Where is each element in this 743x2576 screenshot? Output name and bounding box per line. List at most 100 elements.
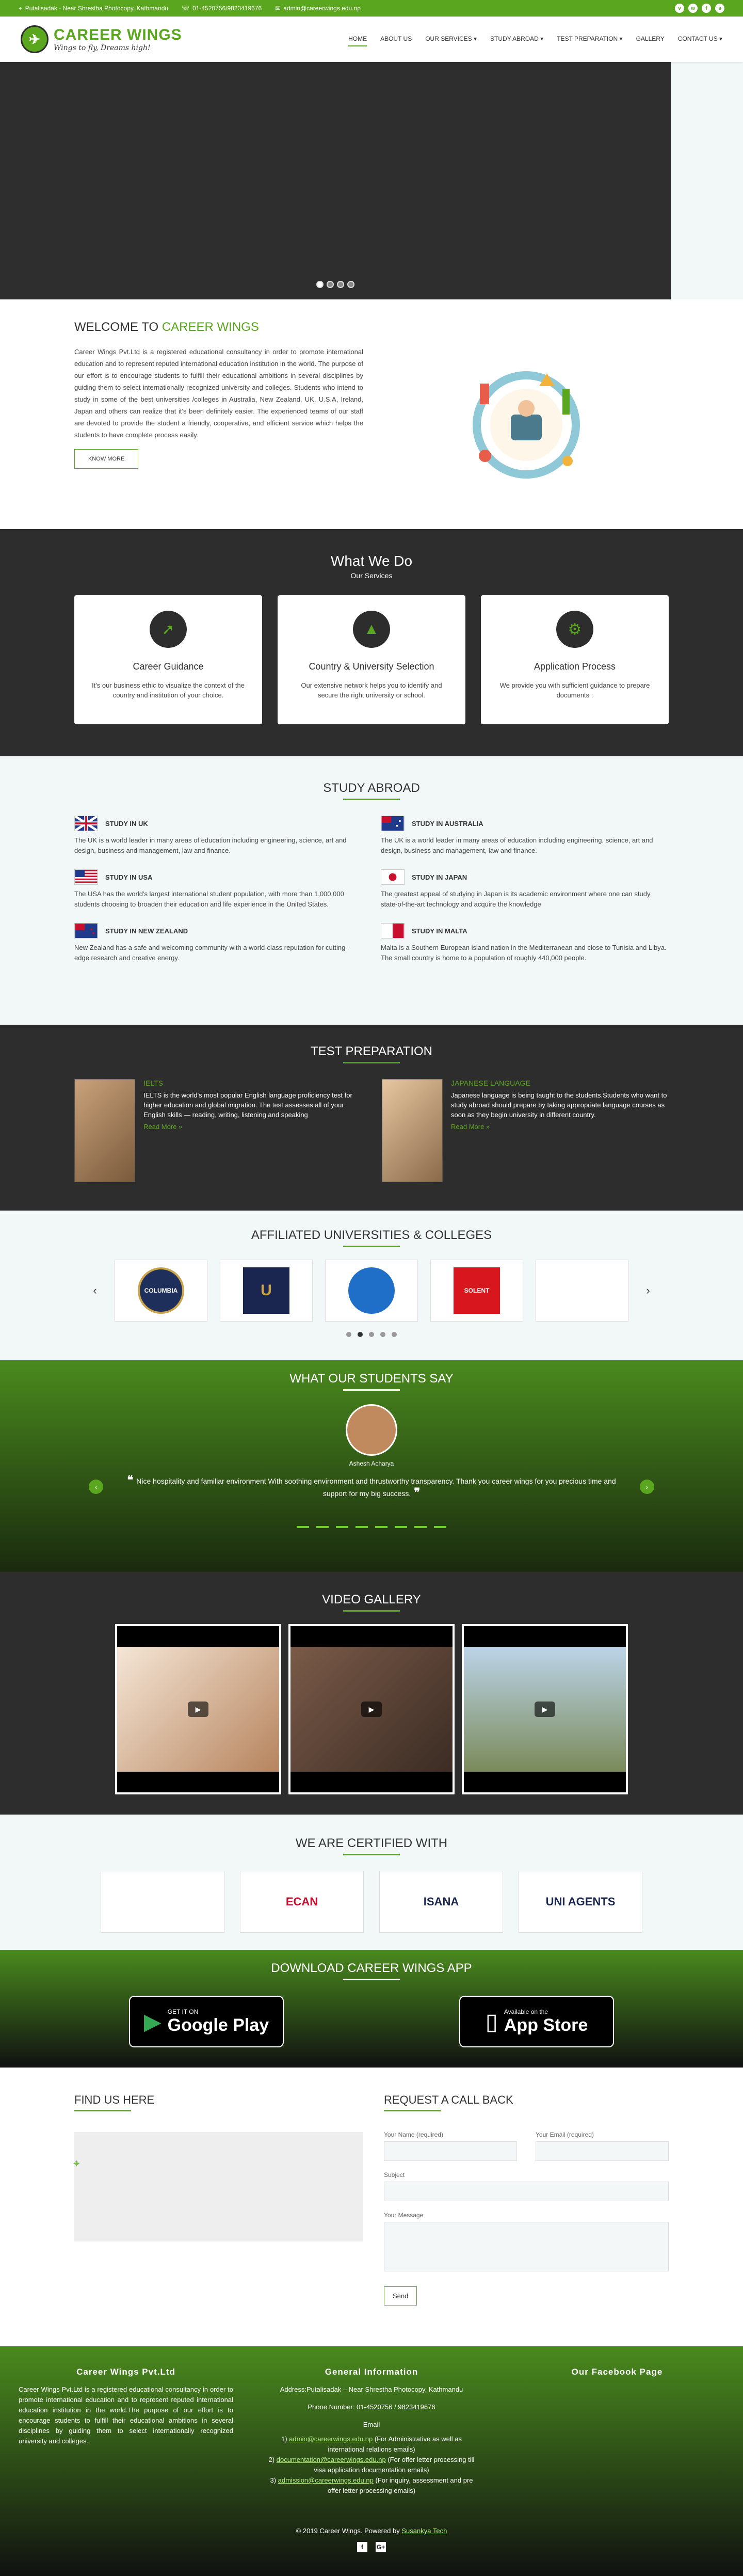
mail-icon: ✉ bbox=[275, 5, 281, 12]
nav-services[interactable]: OUR SERVICES ▾ bbox=[425, 32, 477, 46]
chevron-right-icon[interactable]: › bbox=[640, 1480, 654, 1494]
university-logo[interactable] bbox=[325, 1260, 418, 1322]
play-icon[interactable]: ▶ bbox=[188, 1702, 208, 1717]
study-item-uk[interactable]: STUDY IN UK The UK is a world leader in … bbox=[74, 816, 362, 856]
pager-dash[interactable] bbox=[356, 1526, 368, 1528]
university-logo[interactable]: U bbox=[220, 1260, 313, 1322]
email-admin-link[interactable]: admin@careerwings.edu.np bbox=[289, 2435, 373, 2443]
app-store-button[interactable]: ▯ Available on the App Store bbox=[459, 1996, 614, 2047]
pager-dot[interactable] bbox=[358, 1332, 363, 1337]
nav-about[interactable]: ABOUT US bbox=[380, 32, 412, 46]
test-prep-item-title: JAPANESE LANGUAGE bbox=[451, 1079, 530, 1087]
whatsapp-icon[interactable]: w bbox=[688, 4, 698, 13]
certification-logo[interactable]: UNI AGENTS bbox=[519, 1871, 642, 1933]
study-abroad-title: STUDY ABROAD bbox=[323, 781, 420, 795]
message-field[interactable] bbox=[384, 2222, 669, 2271]
powered-by-link[interactable]: Susankya Tech bbox=[401, 2527, 447, 2535]
footer-facebook-title: Our Facebook Page bbox=[571, 2367, 663, 2377]
google-plus-icon[interactable]: G+ bbox=[376, 2542, 386, 2552]
slider-dot[interactable] bbox=[347, 281, 354, 288]
read-more-link[interactable]: Read More » bbox=[451, 1123, 669, 1131]
skype-icon[interactable]: s bbox=[715, 4, 724, 13]
chevron-left-icon[interactable]: ‹ bbox=[88, 1284, 102, 1297]
test-prep-item-ielts: IELTS IELTS is the world's most popular … bbox=[74, 1079, 361, 1182]
university-logo[interactable] bbox=[536, 1260, 628, 1322]
footer-address: Address:Putalisadak – Near Shrestha Phot… bbox=[280, 2386, 463, 2393]
service-card[interactable]: ▲ Country & University Selection Our ext… bbox=[278, 595, 465, 724]
study-item-usa[interactable]: STUDY IN USA The USA has the world's lar… bbox=[74, 869, 362, 910]
service-card-title: Career Guidance bbox=[133, 661, 204, 672]
send-button[interactable]: Send bbox=[384, 2286, 417, 2305]
email[interactable]: ✉ admin@careerwings.edu.np bbox=[275, 5, 361, 12]
pager-dash[interactable] bbox=[434, 1526, 446, 1528]
location-icon: ⌖ bbox=[19, 4, 22, 12]
nav-study-abroad[interactable]: STUDY ABROAD ▾ bbox=[490, 32, 543, 46]
title-underline bbox=[74, 2110, 131, 2111]
name-field[interactable] bbox=[384, 2141, 517, 2161]
logo[interactable]: ✈ CAREER WINGS Wings to fly, Dreams high… bbox=[21, 25, 182, 53]
pager-dash[interactable] bbox=[336, 1526, 348, 1528]
slider-dot[interactable] bbox=[316, 281, 324, 288]
contact-section: FIND US HERE ⌖ REQUEST A CALL BACK Your … bbox=[0, 2068, 743, 2346]
facebook-icon[interactable]: f bbox=[357, 2542, 367, 2552]
pager-dash[interactable] bbox=[395, 1526, 407, 1528]
certification-logo[interactable]: ECAN bbox=[240, 1871, 364, 1933]
video-gallery-title: VIDEO GALLERY bbox=[322, 1593, 421, 1607]
nav-test-prep[interactable]: TEST PREPARATION ▾ bbox=[557, 32, 622, 46]
facebook-icon[interactable]: f bbox=[702, 4, 711, 13]
pager-dot[interactable] bbox=[392, 1332, 397, 1337]
video-player[interactable]: ▶ bbox=[462, 1624, 628, 1794]
callback-title: REQUEST A CALL BACK bbox=[384, 2093, 513, 2106]
pager-dash[interactable] bbox=[414, 1526, 427, 1528]
study-item-new-zealand[interactable]: STUDY IN NEW ZEALAND New Zealand has a s… bbox=[74, 923, 362, 963]
certified-title: WE ARE CERTIFIED WITH bbox=[295, 1836, 448, 1850]
pager-dash[interactable] bbox=[375, 1526, 387, 1528]
hero-side-panel bbox=[671, 62, 743, 299]
google-play-button[interactable]: ▶ GET IT ON Google Play bbox=[129, 1996, 284, 2047]
certification-logo[interactable]: ISANA bbox=[379, 1871, 503, 1933]
map-embed[interactable]: ⌖ bbox=[73, 2132, 363, 2241]
career-guidance-icon: ➚ bbox=[150, 611, 187, 648]
welcome-section: WELCOME TO CAREER WINGS Career Wings Pvt… bbox=[0, 299, 743, 529]
pager-dash[interactable] bbox=[297, 1526, 309, 1528]
gears-icon: ⚙ bbox=[556, 611, 593, 648]
pager-dot[interactable] bbox=[380, 1332, 385, 1337]
pager-dot[interactable] bbox=[369, 1332, 374, 1337]
university-logo[interactable]: COLUMBIA bbox=[115, 1260, 207, 1322]
email-admission-link[interactable]: admission@careerwings.edu.np bbox=[278, 2476, 374, 2484]
app-title: DOWNLOAD CAREER WINGS APP bbox=[271, 1961, 472, 1975]
service-card[interactable]: ➚ Career Guidance It's our business ethi… bbox=[74, 595, 262, 724]
pager-dash[interactable] bbox=[316, 1526, 329, 1528]
chevron-left-icon[interactable]: ‹ bbox=[89, 1480, 103, 1494]
slider-dot[interactable] bbox=[327, 281, 334, 288]
nav-contact[interactable]: CONTACT US ▾ bbox=[678, 32, 722, 46]
study-item-australia[interactable]: STUDY IN AUSTRALIA The UK is a world lea… bbox=[381, 816, 669, 856]
footer-info-title: General Information bbox=[325, 2367, 418, 2377]
video-player[interactable]: ▶ bbox=[288, 1624, 455, 1794]
university-logo[interactable]: SOLENT bbox=[430, 1260, 523, 1322]
play-icon[interactable]: ▶ bbox=[361, 1702, 382, 1717]
ielts-image bbox=[74, 1079, 136, 1182]
study-item-japan[interactable]: STUDY IN JAPAN The greatest appeal of st… bbox=[381, 869, 669, 910]
chevron-right-icon[interactable]: › bbox=[641, 1284, 655, 1297]
subject-field[interactable] bbox=[384, 2182, 669, 2201]
nav-home[interactable]: HOME bbox=[348, 32, 367, 46]
service-card[interactable]: ⚙ Application Process We provide you wit… bbox=[481, 595, 669, 724]
slider-dot[interactable] bbox=[337, 281, 344, 288]
u-logo: U bbox=[243, 1267, 289, 1314]
certification-logo[interactable] bbox=[101, 1871, 224, 1933]
pager-dot[interactable] bbox=[346, 1332, 351, 1337]
phone[interactable]: ☏ 01-4520756/9823419676 bbox=[182, 5, 262, 12]
footer-company-text: Career Wings Pvt.Ltd is a registered edu… bbox=[19, 2386, 233, 2445]
viber-icon[interactable]: v bbox=[675, 4, 684, 13]
study-item-malta[interactable]: STUDY IN MALTA Malta is a Southern Europ… bbox=[381, 923, 669, 963]
play-icon[interactable]: ▶ bbox=[535, 1702, 555, 1717]
email-field[interactable] bbox=[536, 2141, 669, 2161]
read-more-link[interactable]: Read More » bbox=[143, 1123, 361, 1131]
nav-gallery[interactable]: GALLERY bbox=[636, 32, 665, 46]
know-more-button[interactable]: KNOW MORE bbox=[74, 449, 139, 469]
email-documentation-link[interactable]: documentation@careerwings.edu.np bbox=[277, 2456, 386, 2463]
test-prep-item-text: Japanese language is being taught to the… bbox=[451, 1091, 667, 1119]
video-player[interactable]: ▶ bbox=[115, 1624, 281, 1794]
title-underline bbox=[343, 1979, 400, 1980]
